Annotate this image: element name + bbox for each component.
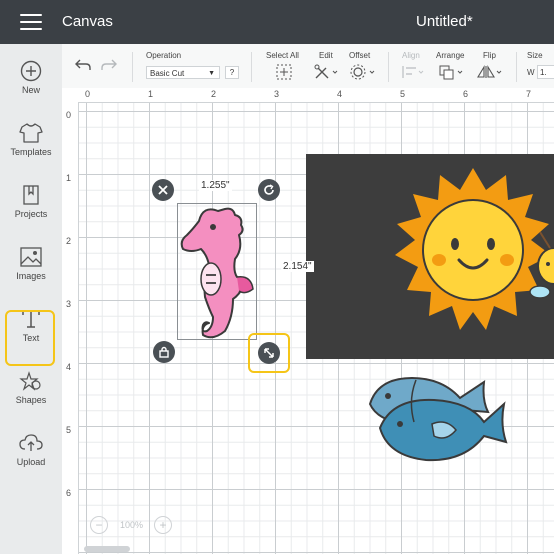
- delete-handle[interactable]: [152, 179, 174, 201]
- zoom-out-button[interactable]: −: [90, 516, 108, 534]
- hamburger-menu-icon[interactable]: [20, 14, 42, 30]
- top-bar: Canvas Untitled*: [0, 0, 554, 44]
- flip-label: Flip: [483, 51, 496, 60]
- caret-down-icon: ▼: [208, 70, 215, 77]
- lock-icon: [159, 346, 169, 358]
- selection-bounding-box: [177, 203, 257, 340]
- toolbar-separator: [388, 52, 389, 82]
- redo-icon[interactable]: [100, 58, 118, 72]
- sun-illustration: [395, 168, 554, 330]
- ruler-number: 3: [66, 299, 72, 309]
- sidebar: New Templates Projects Images Text Shape…: [0, 44, 63, 554]
- sidebar-item-upload[interactable]: Upload: [0, 426, 62, 484]
- toolbar-separator: [251, 52, 252, 82]
- close-icon: [158, 185, 168, 195]
- resize-highlight-box: [248, 333, 290, 373]
- fish-illustration[interactable]: [360, 372, 510, 467]
- arrange-label: Arrange: [436, 51, 465, 60]
- align-label: Align: [402, 51, 420, 60]
- sidebar-item-label: Images: [16, 271, 46, 281]
- align-icon[interactable]: [400, 64, 424, 80]
- app-title: Canvas: [62, 13, 113, 30]
- toolbar-separator: [516, 52, 517, 82]
- operation-label: Operation: [146, 51, 182, 60]
- size-label: Size: [527, 51, 543, 60]
- width-dimension-label: 1.255": [199, 180, 232, 191]
- sidebar-item-shapes[interactable]: Shapes: [0, 364, 62, 422]
- operation-value: Basic Cut: [150, 69, 185, 78]
- ruler-number: 1: [66, 173, 72, 183]
- sidebar-item-label: Upload: [16, 457, 46, 467]
- ruler-number: 5: [66, 425, 72, 435]
- sidebar-item-projects[interactable]: Projects: [0, 178, 62, 236]
- ruler-number: 7: [526, 89, 532, 99]
- sidebar-item-label: Shapes: [15, 395, 47, 405]
- image-panel[interactable]: [306, 154, 554, 359]
- select-all-label: Select All: [266, 51, 299, 60]
- ruler-number: 3: [274, 89, 280, 99]
- offset-label: Offset: [349, 51, 371, 60]
- shirt-icon: [19, 123, 43, 143]
- ruler-number: 5: [400, 89, 406, 99]
- cloud-upload-icon: [19, 434, 43, 451]
- image-icon: [20, 247, 42, 267]
- sidebar-item-label: New: [21, 85, 40, 95]
- sidebar-item-new[interactable]: New: [0, 54, 62, 112]
- toolbar: Operation Basic Cut ▼ ? Select All Edit O…: [62, 44, 554, 89]
- ruler-number: 2: [211, 89, 217, 99]
- ruler-number: 6: [66, 488, 72, 498]
- height-dimension-label: 2.154": [281, 261, 314, 272]
- horizontal-scrollbar[interactable]: [84, 546, 130, 552]
- text-highlight-box: [5, 310, 55, 366]
- flip-icon[interactable]: [476, 64, 504, 80]
- rotate-handle[interactable]: [258, 179, 280, 201]
- bookmark-icon: [23, 185, 39, 205]
- ruler-number: 0: [66, 110, 72, 120]
- plus-circle-icon: [20, 60, 42, 82]
- toolbar-separator: [132, 52, 133, 82]
- ruler-number: 4: [66, 362, 72, 372]
- sidebar-item-templates[interactable]: Templates: [0, 116, 62, 174]
- ruler-left: 0 1 2 3 4 5 6: [62, 102, 79, 554]
- offset-icon[interactable]: [350, 64, 376, 80]
- operation-select[interactable]: Basic Cut ▼: [146, 66, 220, 79]
- zoom-in-button[interactable]: +: [154, 516, 172, 534]
- ruler-number: 2: [66, 236, 72, 246]
- width-input[interactable]: 1.: [537, 65, 554, 79]
- ruler-number: 0: [85, 89, 91, 99]
- undo-icon[interactable]: [74, 58, 92, 72]
- sidebar-item-label: Projects: [14, 209, 48, 219]
- ruler-number: 1: [148, 89, 154, 99]
- sidebar-item-images[interactable]: Images: [0, 240, 62, 298]
- edit-icon[interactable]: [314, 64, 338, 80]
- width-letter: W: [527, 68, 535, 77]
- shapes-icon: [19, 371, 41, 391]
- ruler-number: 4: [337, 89, 343, 99]
- arrange-icon[interactable]: [438, 64, 464, 80]
- zoom-control: − 100% +: [90, 514, 176, 538]
- edit-label: Edit: [319, 51, 333, 60]
- sidebar-item-label: Templates: [10, 147, 52, 157]
- rotate-icon: [264, 184, 274, 195]
- lock-handle[interactable]: [153, 341, 175, 363]
- document-title[interactable]: Untitled*: [416, 13, 473, 30]
- ruler-number: 6: [463, 89, 469, 99]
- ruler-top: 0 1 2 3 4 5 6 7: [62, 88, 554, 103]
- zoom-level: 100%: [120, 520, 144, 530]
- help-button[interactable]: ?: [225, 66, 239, 79]
- select-all-icon[interactable]: [276, 64, 292, 80]
